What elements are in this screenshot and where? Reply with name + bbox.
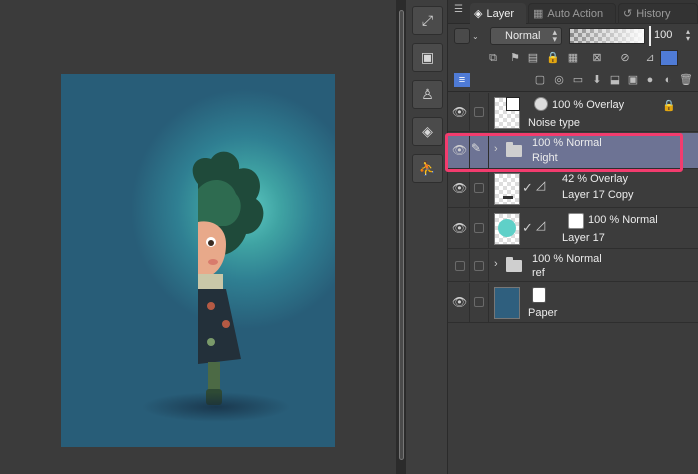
transfer-down-icon[interactable]: ⬇: [590, 73, 604, 87]
clip-lower-icon[interactable]: ⧉: [486, 51, 500, 65]
layer-row-ref[interactable]: › 100 % Normal ref: [448, 250, 698, 282]
layer-row-layer-17[interactable]: 👁 ✓ ◿ 100 % Normal Layer 17: [448, 209, 698, 249]
sub-view-icon[interactable]: ▣: [412, 43, 443, 72]
mask-enable-icon[interactable]: ⊠: [590, 51, 604, 65]
tab-layer[interactable]: ◈ Layer: [470, 3, 526, 24]
chevron-updown-icon: ▴ ▾: [552, 27, 557, 44]
checkmark-icon: ✓: [522, 220, 533, 235]
character-illustration: [192, 151, 264, 405]
opacity-value[interactable]: 100: [654, 29, 672, 41]
layer-row-noise-type[interactable]: 👁 100 % Overlay Noise type 🔒: [448, 93, 698, 132]
scrollbar-thumb[interactable]: [399, 10, 404, 460]
lock-checkbox[interactable]: [474, 223, 484, 233]
lock-transparent-icon[interactable]: ▦: [566, 51, 580, 65]
layer-blend-text: 42 % Overlay: [562, 173, 629, 185]
layer-panel: ☰ ◈ Layer ▦ Auto Action ↺ History ⌄ Norm…: [448, 0, 698, 474]
layer-color-button[interactable]: [454, 28, 470, 44]
opacity-stepper[interactable]: ▴ ▾: [682, 28, 694, 44]
opacity-handle[interactable]: [649, 26, 651, 46]
film-icon: ▦: [533, 8, 544, 20]
paper-thumbnail: [494, 287, 520, 319]
raster-badge-icon: [506, 97, 520, 111]
palette-icon-column: ⤢ ▣ ♙ ◈ ⛹: [406, 0, 448, 474]
layer-blend-text: 100 % Overlay: [552, 99, 625, 111]
trash-icon[interactable]: 🗑: [679, 73, 693, 87]
selection-highlight-box: [445, 133, 683, 172]
layer-blend-text: 100 % Normal: [588, 214, 658, 226]
palette-settings-icon[interactable]: ≡: [454, 73, 470, 87]
layer-thumbnail: [494, 213, 520, 245]
blend-mode-value: Normal: [505, 30, 541, 42]
lock-checkbox[interactable]: [474, 261, 484, 271]
panel-tabs: ☰ ◈ Layer ▦ Auto Action ↺ History: [448, 0, 698, 24]
lock-checkbox[interactable]: [474, 107, 484, 117]
layer-name[interactable]: Layer 17 Copy: [562, 189, 634, 201]
navigator-icon[interactable]: ⤢: [412, 6, 443, 35]
raster-badge-icon: [568, 213, 584, 229]
folder-icon: [506, 257, 522, 272]
lock-checkbox[interactable]: [474, 183, 484, 193]
visibility-eye-icon[interactable]: 👁: [452, 181, 467, 195]
canvas-scrollbar[interactable]: [396, 0, 406, 474]
tab-history[interactable]: ↺ History: [618, 3, 698, 24]
visibility-eye-icon[interactable]: 👁: [452, 295, 467, 309]
layer-name[interactable]: Noise type: [528, 117, 580, 129]
layer-row-paper[interactable]: 👁 Paper: [448, 283, 698, 323]
ground-shadow: [141, 392, 291, 422]
duplicate-icon[interactable]: ◐: [661, 73, 675, 87]
clipping-icon: ◿: [536, 218, 546, 232]
paper-badge-icon: [532, 287, 546, 303]
chevron-down-icon[interactable]: ⌄: [472, 32, 482, 42]
layer-name[interactable]: Layer 17: [562, 232, 605, 244]
new-folder-icon[interactable]: ▭: [571, 73, 585, 87]
tab-auto-action[interactable]: ▦ Auto Action: [528, 3, 616, 24]
visibility-checkbox[interactable]: [455, 261, 465, 271]
layer-action-icons: ≡ ▢ ◎ ▭ ⬇ ⬓ ▣ ● ◐ 🗑: [448, 70, 698, 92]
pose-icon[interactable]: ♙: [412, 80, 443, 109]
new-vector-layer-icon[interactable]: ◎: [552, 73, 566, 87]
visibility-eye-icon[interactable]: 👁: [452, 221, 467, 235]
apply-mask-icon[interactable]: ●: [643, 73, 657, 87]
merge-down-icon[interactable]: ⬓: [608, 73, 622, 87]
layer-thumbnail: [494, 97, 520, 129]
blend-mode-select[interactable]: Normal ▴ ▾: [490, 27, 562, 45]
layer-blend-text: 100 % Normal: [532, 253, 602, 265]
lock-icon: 🔒: [662, 100, 676, 112]
lock-layer-icon[interactable]: 🔒: [546, 51, 560, 65]
mask-icon[interactable]: ▣: [626, 73, 640, 87]
tab-history-label: History: [636, 7, 671, 20]
reference-layer-icon[interactable]: ⚑: [508, 51, 522, 65]
blend-opacity-row: ⌄ Normal ▴ ▾ 100 ▴ ▾: [448, 25, 698, 47]
layer-thumbnail: [494, 173, 520, 205]
opacity-slider[interactable]: [569, 28, 645, 44]
figure-icon[interactable]: ⛹: [412, 154, 443, 183]
layer-color-swatch-icon[interactable]: [660, 50, 678, 66]
canvas-area[interactable]: [0, 0, 398, 474]
draft-layer-icon[interactable]: ▤: [526, 51, 540, 65]
chevron-right-icon[interactable]: ›: [494, 258, 498, 270]
checkmark-icon: ✓: [522, 180, 533, 195]
clipping-icon: ◿: [536, 178, 546, 192]
material-icon[interactable]: ◈: [412, 117, 443, 146]
ruler-icon[interactable]: ⊿: [643, 51, 657, 65]
mask-show-icon[interactable]: ⊘: [618, 51, 632, 65]
overlay-mode-icon: [534, 97, 548, 111]
opacity-fill: [570, 29, 644, 43]
lock-checkbox[interactable]: [474, 297, 484, 307]
history-icon: ↺: [623, 8, 633, 20]
artwork-canvas[interactable]: [61, 74, 335, 447]
layer-row-layer-17-copy[interactable]: 👁 ✓ ◿ 42 % Overlay Layer 17 Copy: [448, 170, 698, 208]
layer-property-icons: ⧉ ⚑ ▤ 🔒 ▦ ⊠ ⊘ ⊿: [448, 48, 698, 70]
tab-auto-action-label: Auto Action: [547, 7, 604, 20]
layer-name[interactable]: ref: [532, 267, 545, 279]
new-raster-layer-icon[interactable]: ▢: [533, 73, 547, 87]
panel-menu-icon[interactable]: ☰: [454, 4, 463, 15]
tab-layer-label: Layer: [486, 7, 514, 20]
layer-name[interactable]: Paper: [528, 307, 557, 319]
visibility-eye-icon[interactable]: 👁: [452, 105, 467, 119]
layers-icon: ◈: [474, 8, 483, 20]
